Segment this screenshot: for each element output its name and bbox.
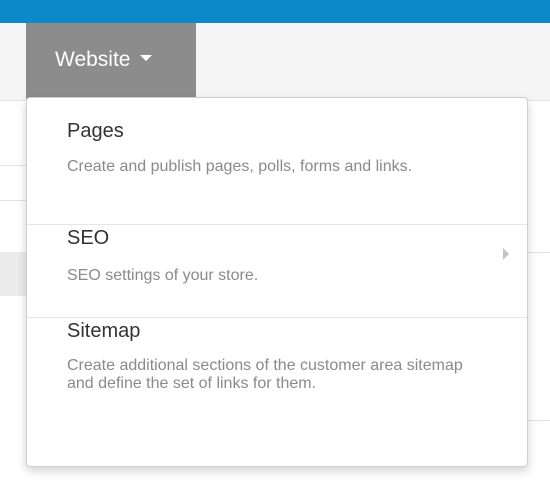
background-block bbox=[0, 252, 26, 296]
menu-item-description: Create and publish pages, polls, forms a… bbox=[67, 158, 413, 175]
background-divider bbox=[0, 200, 26, 201]
website-dropdown-menu: Pages Create and publish pages, polls, f… bbox=[26, 97, 528, 467]
background-divider bbox=[0, 165, 26, 166]
background-divider bbox=[528, 420, 550, 421]
background-divider bbox=[528, 252, 550, 253]
menu-item-title: Sitemap bbox=[67, 320, 141, 342]
chevron-right-icon bbox=[503, 248, 509, 260]
website-menu-label: Website bbox=[55, 48, 131, 71]
website-menu-button[interactable]: Website bbox=[26, 23, 196, 99]
menu-item-sitemap[interactable]: Sitemap Create additional sections of th… bbox=[27, 318, 527, 458]
top-bar bbox=[0, 0, 550, 23]
menu-item-pages[interactable]: Pages Create and publish pages, polls, f… bbox=[27, 118, 527, 224]
menu-item-description: Create additional sections of the custom… bbox=[67, 357, 463, 392]
menu-item-description: SEO settings of your store. bbox=[67, 267, 259, 284]
caret-down-icon bbox=[140, 55, 153, 62]
menu-item-seo[interactable]: SEO SEO settings of your store. bbox=[27, 225, 527, 317]
menu-item-title: SEO bbox=[67, 227, 110, 249]
menu-item-title: Pages bbox=[67, 120, 124, 142]
